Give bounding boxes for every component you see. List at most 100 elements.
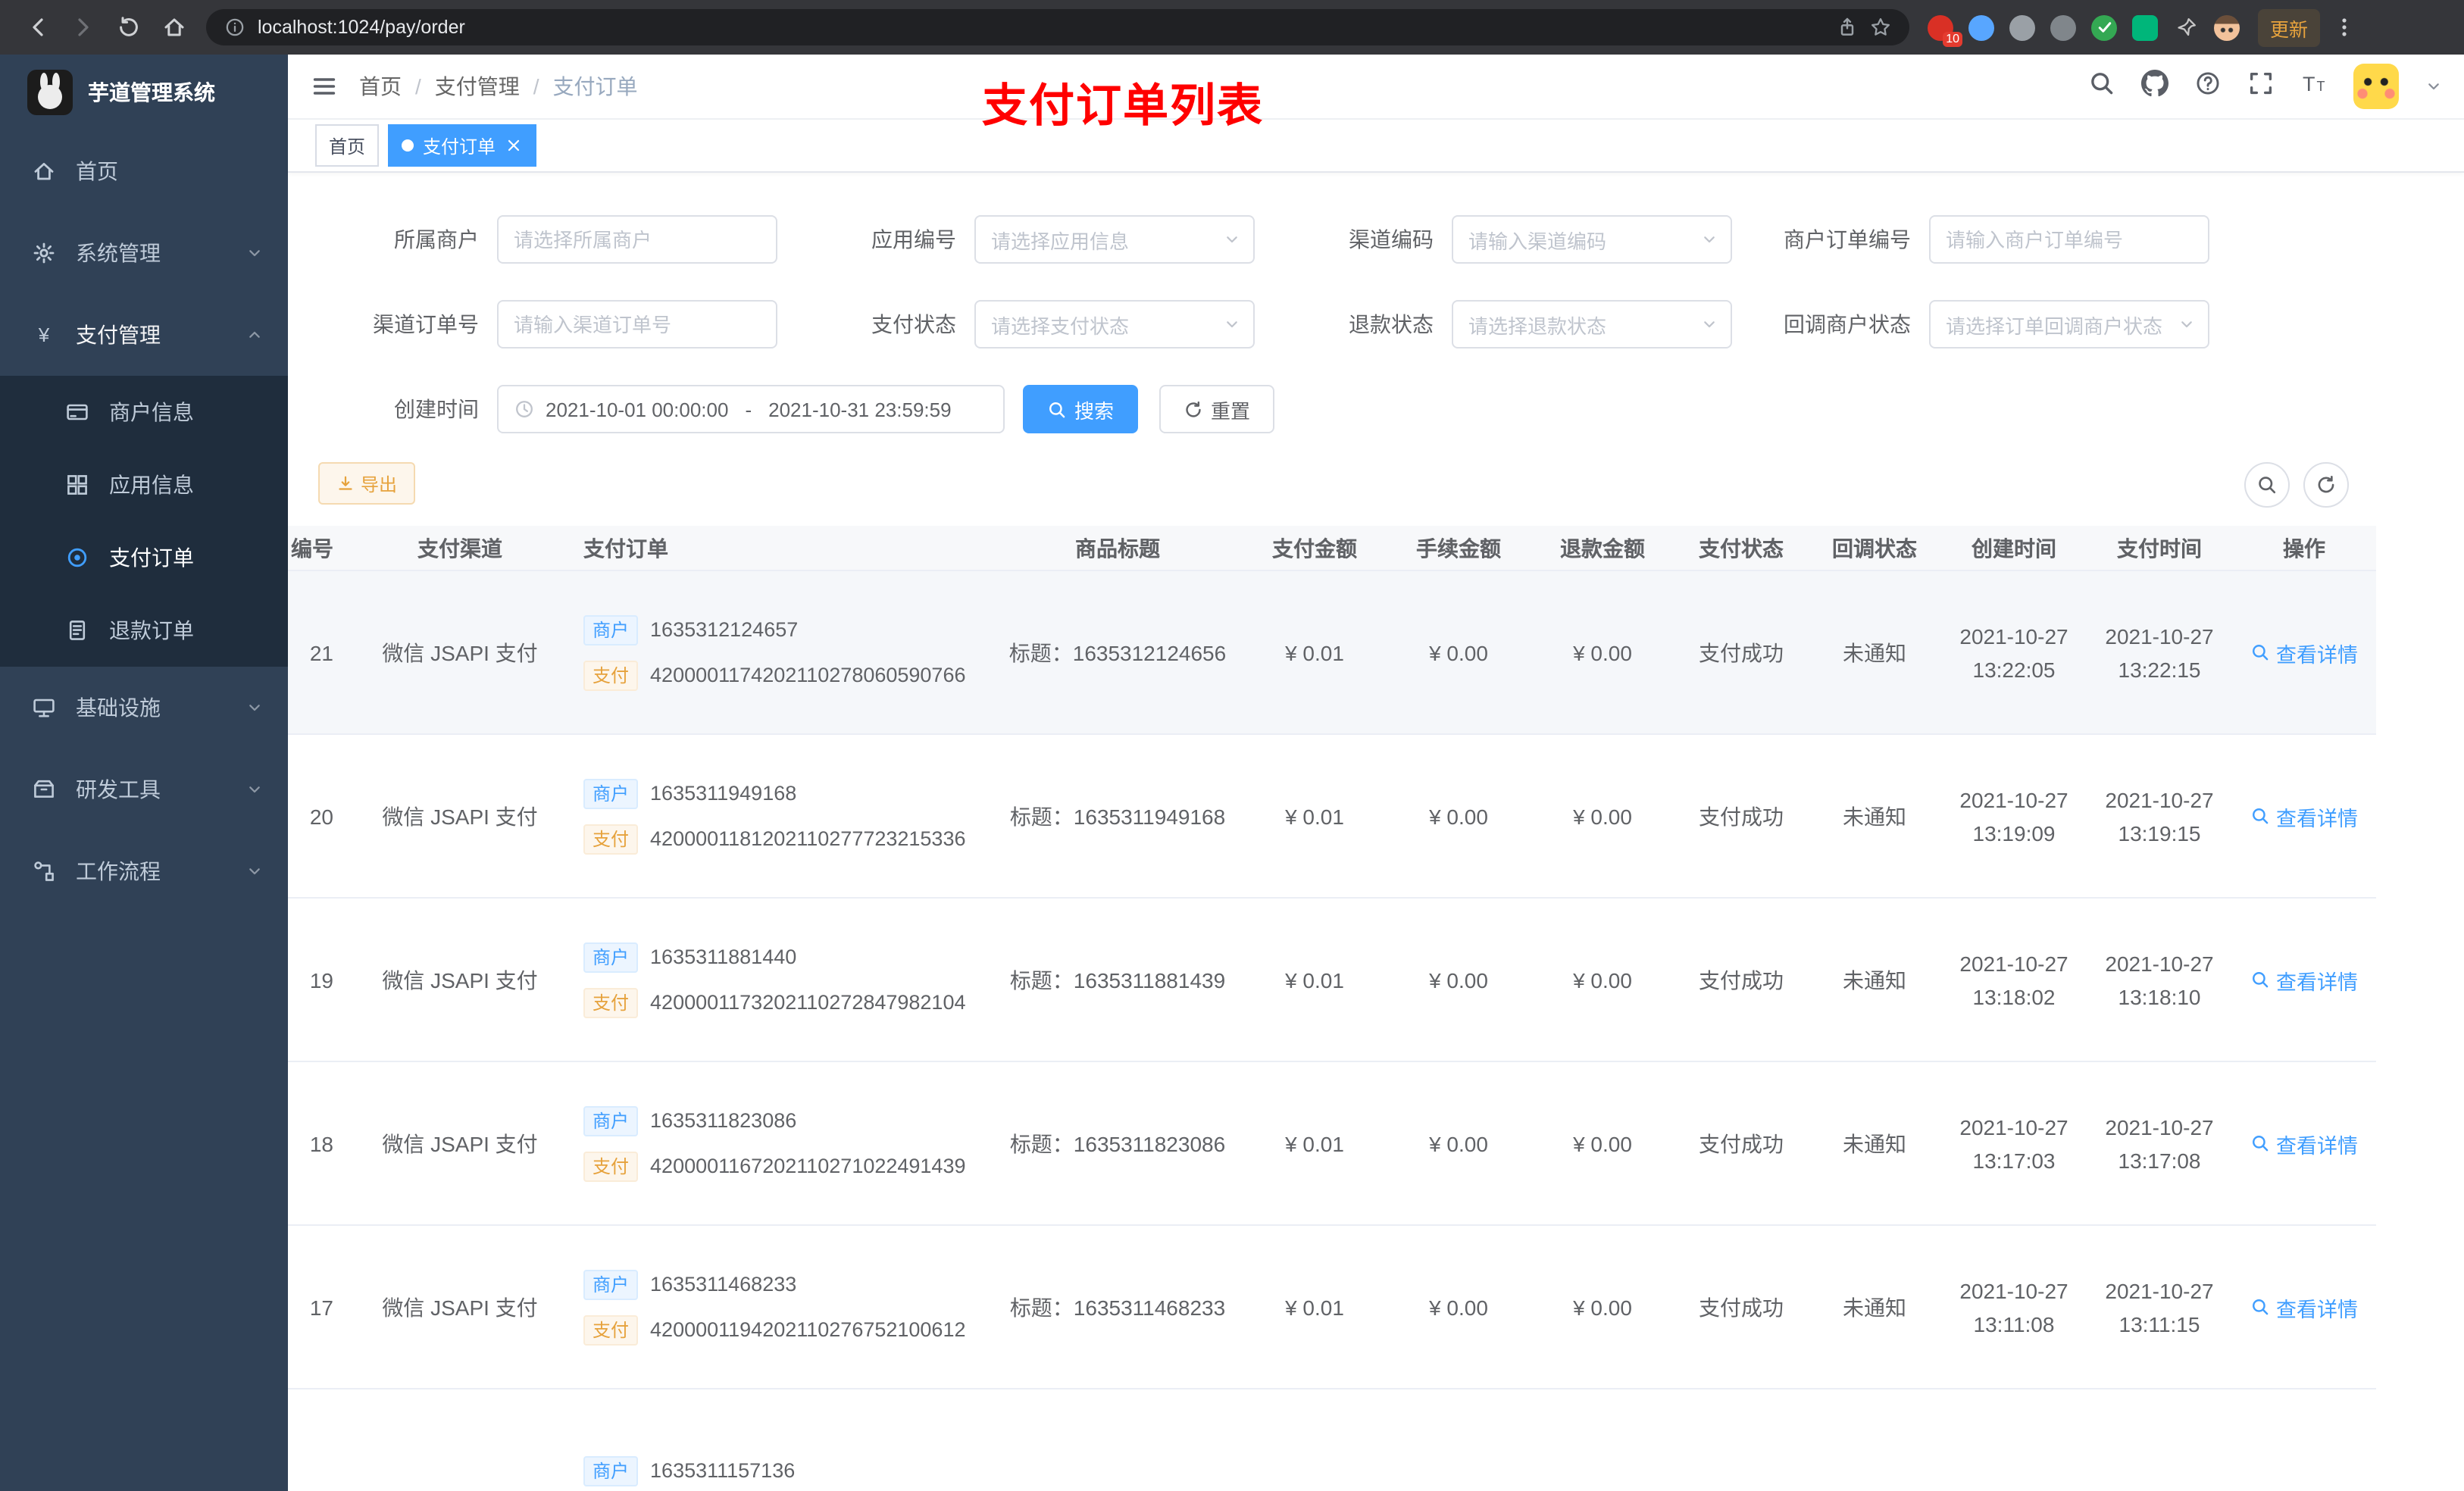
extension-icon-5[interactable] [2091, 14, 2117, 40]
cell-pay-time: 2021-10-27 13:11:15 [2105, 1278, 2214, 1336]
pay-status-select[interactable]: 请选择支付状态 [974, 300, 1255, 349]
cell-refund: ¥ 0.00 [1573, 640, 1632, 664]
browser-update-button[interactable]: 更新 [2258, 8, 2321, 46]
col-id: 编号 [291, 536, 333, 560]
extension-icon-1[interactable]: 10 [1928, 14, 1962, 46]
table-row[interactable]: 19 微信 JSAPI 支付 商户 1635311881440 支付 42000… [288, 899, 2376, 1062]
help-icon[interactable] [2194, 69, 2222, 104]
screen: localhost:1024/pay/order 10 更新 芋道管理系统 首页… [0, 0, 2464, 1491]
table-row[interactable]: 20 微信 JSAPI 支付 商户 1635311949168 支付 42000… [288, 735, 2376, 899]
share-icon[interactable] [1837, 17, 1858, 38]
orders-table: 编号 支付渠道 支付订单 商品标题 支付金额 手续金额 退款金额 支付状态 回调… [288, 526, 2464, 1491]
sidebar-item-app-info[interactable]: 应用信息 [0, 449, 288, 521]
view-detail-link[interactable]: 查看详情 [2250, 1128, 2358, 1158]
cell-create-time: 2021-10-27 13:19:09 [1959, 787, 2068, 845]
view-detail-link[interactable]: 查看详情 [2250, 801, 2358, 831]
sidebar-item-payment[interactable]: 支付管理 [0, 294, 288, 376]
sidebar-item-refund-order[interactable]: 退款订单 [0, 594, 288, 667]
caret-down-icon[interactable] [2425, 77, 2443, 95]
view-detail-link[interactable]: 查看详情 [2250, 964, 2358, 995]
cell-amount: ¥ 0.01 [1285, 1131, 1344, 1155]
export-button[interactable]: 导出 [318, 462, 416, 505]
fullscreen-icon[interactable] [2247, 69, 2275, 104]
cell-pay-time: 2021-10-27 13:22:15 [2105, 624, 2214, 681]
breadcrumb-home[interactable]: 首页 [359, 71, 402, 102]
cell-order: 商户 1635311881440 支付 42000011732021102728… [568, 942, 993, 1017]
col-refund: 退款金额 [1560, 536, 1645, 560]
extension-icon-3[interactable] [2009, 14, 2035, 40]
extension-icon-6[interactable] [2132, 14, 2158, 40]
sidebar-item-system[interactable]: 系统管理 [0, 212, 288, 294]
browser-reload-button[interactable] [109, 8, 149, 47]
tab-pay-order[interactable]: 支付订单 [388, 124, 537, 167]
hamburger-icon[interactable] [311, 73, 338, 100]
table-row[interactable]: 21 微信 JSAPI 支付 商户 1635312124657 支付 42000… [288, 571, 2376, 735]
cell-amount: ¥ 0.01 [1285, 967, 1344, 992]
pin-icon[interactable] [2173, 14, 2199, 40]
card-icon [64, 400, 91, 424]
search-icon[interactable] [2088, 69, 2115, 104]
merchant-badge: 商户 [583, 1269, 639, 1299]
breadcrumb-payment[interactable]: 支付管理 [435, 71, 520, 102]
monitor-icon [30, 695, 58, 720]
profile-avatar[interactable] [2214, 14, 2240, 40]
content: 所属商户 应用编号 请选择应用信息 渠道编码 [288, 173, 2464, 1491]
cell-fee: ¥ 0.00 [1429, 804, 1488, 828]
sidebar-item-infrastructure[interactable]: 基础设施 [0, 667, 288, 749]
chevron-down-icon [1223, 230, 1241, 248]
breadcrumb-current: 支付订单 [552, 74, 638, 98]
tab-home[interactable]: 首页 [315, 124, 380, 167]
search-button[interactable]: 搜索 [1023, 385, 1139, 433]
chevron-down-icon [1700, 315, 1718, 333]
refund-status-select[interactable]: 请选择退款状态 [1452, 300, 1732, 349]
notify-status-select[interactable]: 请选择订单回调商户状态 [1929, 300, 2209, 349]
cell-create-time: 2021-10-27 13:22:05 [1959, 624, 2068, 681]
address-bar[interactable]: localhost:1024/pay/order [206, 9, 1909, 45]
cell-action: 查看详情 [2232, 637, 2376, 667]
cell-status: 支付成功 [1699, 804, 1784, 828]
font-size-icon[interactable] [2300, 69, 2328, 104]
table-row[interactable]: 18 微信 JSAPI 支付 商户 1635311823086 支付 42000… [288, 1062, 2376, 1226]
browser-toolbar: localhost:1024/pay/order 10 更新 [0, 0, 2464, 55]
browser-home-button[interactable] [155, 8, 194, 47]
cell-amount: ¥ 0.01 [1285, 640, 1344, 664]
extension-icon-4[interactable] [2050, 14, 2076, 40]
sidebar-item-pay-order[interactable]: 支付订单 [0, 521, 288, 594]
refresh-table-button[interactable] [2303, 462, 2349, 508]
channel-order-no-input[interactable] [497, 300, 777, 349]
channel-code-select[interactable]: 请输入渠道编码 [1452, 215, 1732, 264]
merchant-order-no-input[interactable] [1929, 215, 2209, 264]
view-detail-link[interactable]: 查看详情 [2250, 1292, 2358, 1322]
cell-status: 支付成功 [1699, 1295, 1784, 1319]
extension-icon-2[interactable] [1968, 14, 1994, 40]
reset-button[interactable]: 重置 [1159, 385, 1275, 433]
browser-back-button[interactable] [18, 8, 58, 47]
cell-notify: 未通知 [1843, 1295, 1906, 1319]
app-id-select[interactable]: 请选择应用信息 [974, 215, 1255, 264]
github-icon[interactable] [2141, 69, 2169, 104]
cell-notify: 未通知 [1843, 640, 1906, 664]
cell-channel: 微信 JSAPI 支付 [382, 967, 538, 992]
merchant-filter-input[interactable] [497, 215, 777, 264]
tab-close-icon[interactable] [505, 136, 523, 155]
show-search-button[interactable] [2244, 462, 2290, 508]
col-status: 支付状态 [1699, 536, 1784, 560]
sidebar-item-workflow[interactable]: 工作流程 [0, 830, 288, 912]
browser-menu-icon[interactable] [2332, 15, 2356, 39]
sidebar-item-home[interactable]: 首页 [0, 130, 288, 212]
user-avatar[interactable] [2353, 64, 2399, 109]
date-end: 2021-10-31 23:59:59 [768, 398, 952, 420]
sidebar-item-merchant-info[interactable]: 商户信息 [0, 376, 288, 449]
create-time-range-input[interactable]: 2021-10-01 00:00:00 - 2021-10-31 23:59:5… [497, 385, 1005, 433]
browser-forward-button[interactable] [64, 8, 103, 47]
bookmark-star-icon[interactable] [1870, 17, 1891, 38]
pay-badge: 支付 [583, 1151, 639, 1181]
site-info-icon[interactable] [224, 17, 245, 38]
cell-status: 支付成功 [1699, 640, 1784, 664]
table-row[interactable]: 17 微信 JSAPI 支付 商户 1635311468233 支付 42000… [288, 1226, 2376, 1389]
sidebar-item-dev-tools[interactable]: 研发工具 [0, 749, 288, 830]
table-row-partial[interactable]: 商户 1635311157136 [288, 1389, 2376, 1491]
view-detail-link[interactable]: 查看详情 [2250, 637, 2358, 667]
cell-create-time: 2021-10-27 13:17:03 [1959, 1114, 2068, 1172]
cell-fee: ¥ 0.00 [1429, 640, 1488, 664]
